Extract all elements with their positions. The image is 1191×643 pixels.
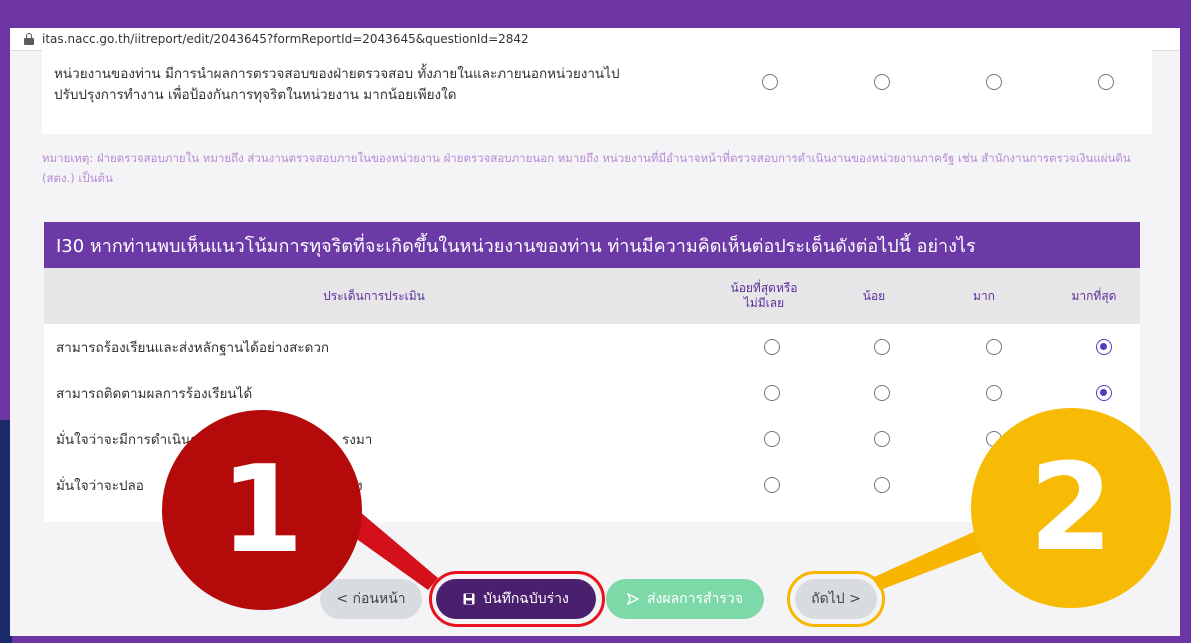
- step-badge-2: 2: [971, 408, 1171, 608]
- step-badge-1: 1: [162, 410, 362, 610]
